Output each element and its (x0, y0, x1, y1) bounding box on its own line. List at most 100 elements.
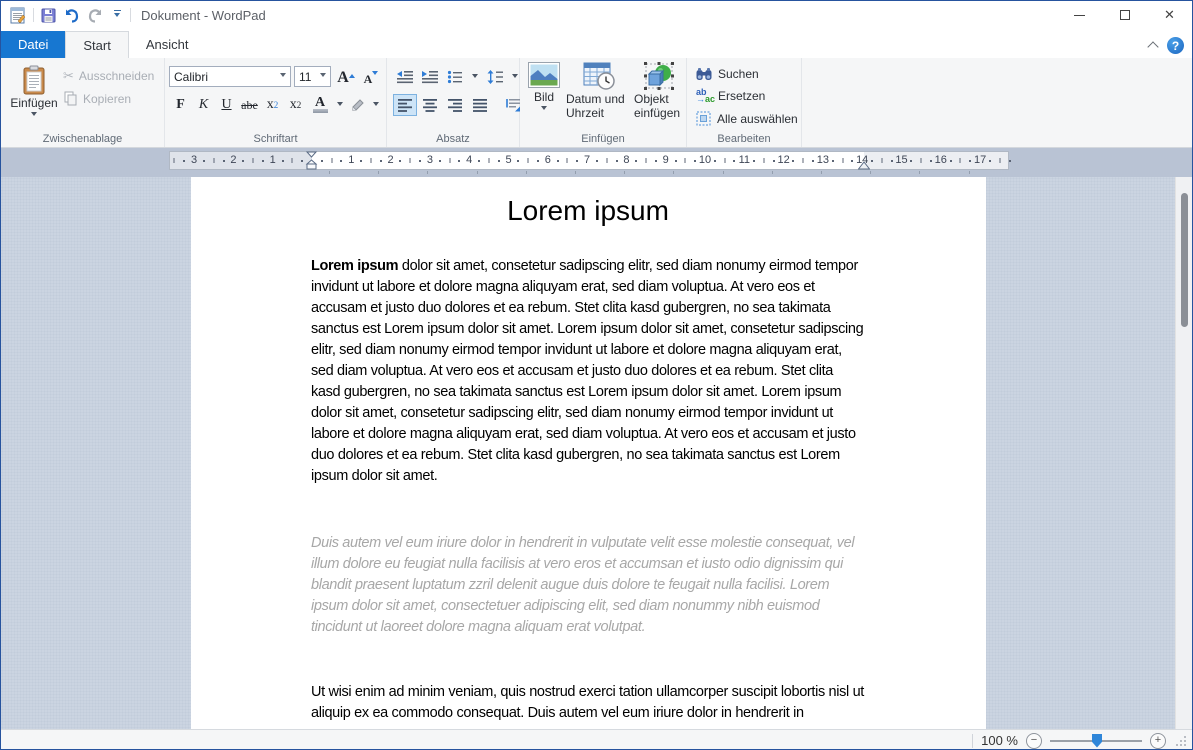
font-size-combo[interactable]: 11 (294, 66, 331, 87)
ruler-number: 1 (348, 152, 354, 169)
ruler-number: 17 (974, 152, 986, 169)
ruler-mark (458, 160, 460, 162)
ruler-mark (919, 171, 920, 174)
find-button[interactable]: Suchen (696, 67, 759, 81)
replace-icon: ab →ac (696, 89, 712, 103)
tab-datei-label: Datei (18, 37, 48, 52)
highlight-button[interactable] (347, 94, 369, 116)
zoom-in-button[interactable]: + (1150, 733, 1166, 749)
collapse-ribbon-icon[interactable] (1149, 43, 1158, 48)
paragraph-3[interactable]: Ut wisi enim ad minim veniam, quis nostr… (311, 682, 865, 724)
select-all-icon (696, 111, 711, 126)
indent-marker-right[interactable] (858, 162, 870, 170)
indent-marker-left[interactable] (305, 151, 318, 171)
ruler-mark (488, 158, 489, 163)
vertical-scrollbar[interactable] (1175, 177, 1192, 729)
align-left-button[interactable] (393, 94, 417, 116)
zoom-out-button[interactable]: − (1026, 733, 1042, 749)
insert-object-button[interactable]: Objekt einfügen (634, 62, 684, 120)
tab-datei[interactable]: Datei (1, 31, 65, 58)
bullets-icon (447, 70, 463, 84)
highlight-dropdown-icon[interactable] (369, 94, 383, 116)
increase-indent-button[interactable] (418, 66, 442, 88)
zoom-level: 100 % (981, 733, 1018, 748)
zoom-slider[interactable] (1050, 733, 1142, 749)
undo-icon[interactable] (63, 7, 80, 24)
minimize-icon[interactable] (1057, 1, 1102, 29)
font-color-dropdown-icon[interactable] (333, 94, 347, 116)
tab-ansicht[interactable]: Ansicht (129, 31, 206, 58)
ruler-mark (675, 160, 677, 162)
group-label-schriftart: Schriftart (165, 133, 386, 145)
picture-button[interactable]: Bild (525, 62, 563, 113)
font-family-combo[interactable]: Calibri (169, 66, 291, 87)
ruler-number: 9 (663, 152, 669, 169)
ruler-number: 4 (466, 152, 472, 169)
ruler-mark (321, 160, 323, 162)
font-color-button[interactable]: A (307, 94, 333, 116)
paragraph-dialog-icon (505, 98, 521, 112)
font-family-dropdown-icon[interactable] (276, 67, 290, 86)
underline-button[interactable]: U (215, 94, 238, 116)
paste-button[interactable]: Einfügen (9, 62, 59, 134)
ruler-mark (772, 171, 773, 174)
redo-icon[interactable] (87, 7, 104, 24)
wordpad-app-icon[interactable] (9, 7, 26, 24)
window-controls: ✕ (1057, 1, 1192, 29)
font-size-dropdown-icon[interactable] (316, 67, 330, 86)
bullets-dropdown-icon[interactable] (468, 66, 482, 88)
ruler-mark (203, 160, 205, 162)
bold-button[interactable]: F (169, 94, 192, 116)
justify-button[interactable] (468, 94, 492, 116)
paragraph-2[interactable]: Duis autem vel eum iriure dolor in hendr… (311, 533, 865, 638)
select-all-button[interactable]: Alle auswählen (696, 111, 798, 126)
copy-button[interactable]: Kopieren (63, 91, 131, 106)
qat-more-icon[interactable] (111, 10, 123, 20)
ruler-number: 2 (230, 152, 236, 169)
date-time-icon (583, 62, 615, 90)
close-icon[interactable]: ✕ (1147, 1, 1192, 29)
highlight-icon (350, 97, 366, 113)
ruler-number: 1 (270, 152, 276, 169)
replace-button[interactable]: ab →ac Ersetzen (696, 89, 765, 103)
scrollbar-thumb[interactable] (1181, 193, 1188, 327)
cut-button[interactable]: ✂ Ausschneiden (63, 68, 154, 84)
ruler-mark (1009, 160, 1011, 162)
ruler-mark (921, 158, 922, 163)
bullets-button[interactable] (443, 66, 467, 88)
italic-button[interactable]: K (192, 94, 215, 116)
align-center-button[interactable] (418, 94, 442, 116)
zoom-slider-thumb[interactable] (1092, 734, 1102, 748)
maximize-icon[interactable] (1102, 1, 1147, 29)
document-title[interactable]: Lorem ipsum (311, 195, 865, 227)
strikethrough-button[interactable]: abe (238, 94, 261, 116)
grow-font-button[interactable]: A (334, 65, 358, 87)
ruler-mark (213, 158, 214, 163)
datetime-button[interactable]: Datum und Uhrzeit (566, 62, 632, 120)
tab-start[interactable]: Start (65, 31, 128, 58)
replace-icon-ac: →ac (696, 96, 712, 103)
ruler-mark (635, 160, 637, 162)
document-area: Lorem ipsum Lorem ipsum dolor sit amet, … (1, 177, 1192, 729)
decrease-indent-button[interactable] (393, 66, 417, 88)
superscript-button[interactable]: x2 (284, 94, 307, 116)
datetime-label: Datum und Uhrzeit (566, 92, 632, 120)
paragraph-1-lead: Lorem ipsum (311, 258, 398, 274)
document-page[interactable]: Lorem ipsum Lorem ipsum dolor sit amet, … (191, 177, 986, 729)
align-right-button[interactable] (443, 94, 467, 116)
paragraph-1[interactable]: Lorem ipsum dolor sit amet, consetetur s… (311, 256, 865, 487)
ruler-mark (694, 160, 696, 162)
find-binoculars-icon (696, 67, 712, 81)
line-spacing-button[interactable] (483, 66, 507, 88)
shrink-font-button[interactable]: A (359, 65, 383, 87)
ruler-mark (292, 158, 293, 163)
ruler-mark (685, 158, 686, 163)
ruler-mark (340, 160, 342, 162)
ruler-mark (989, 160, 991, 162)
subscript-button[interactable]: x2 (261, 94, 284, 116)
ruler-mark (301, 160, 303, 162)
save-icon[interactable] (41, 8, 56, 23)
help-icon[interactable]: ? (1167, 37, 1184, 54)
resize-grip[interactable] (1176, 736, 1186, 746)
find-label: Suchen (718, 67, 759, 81)
